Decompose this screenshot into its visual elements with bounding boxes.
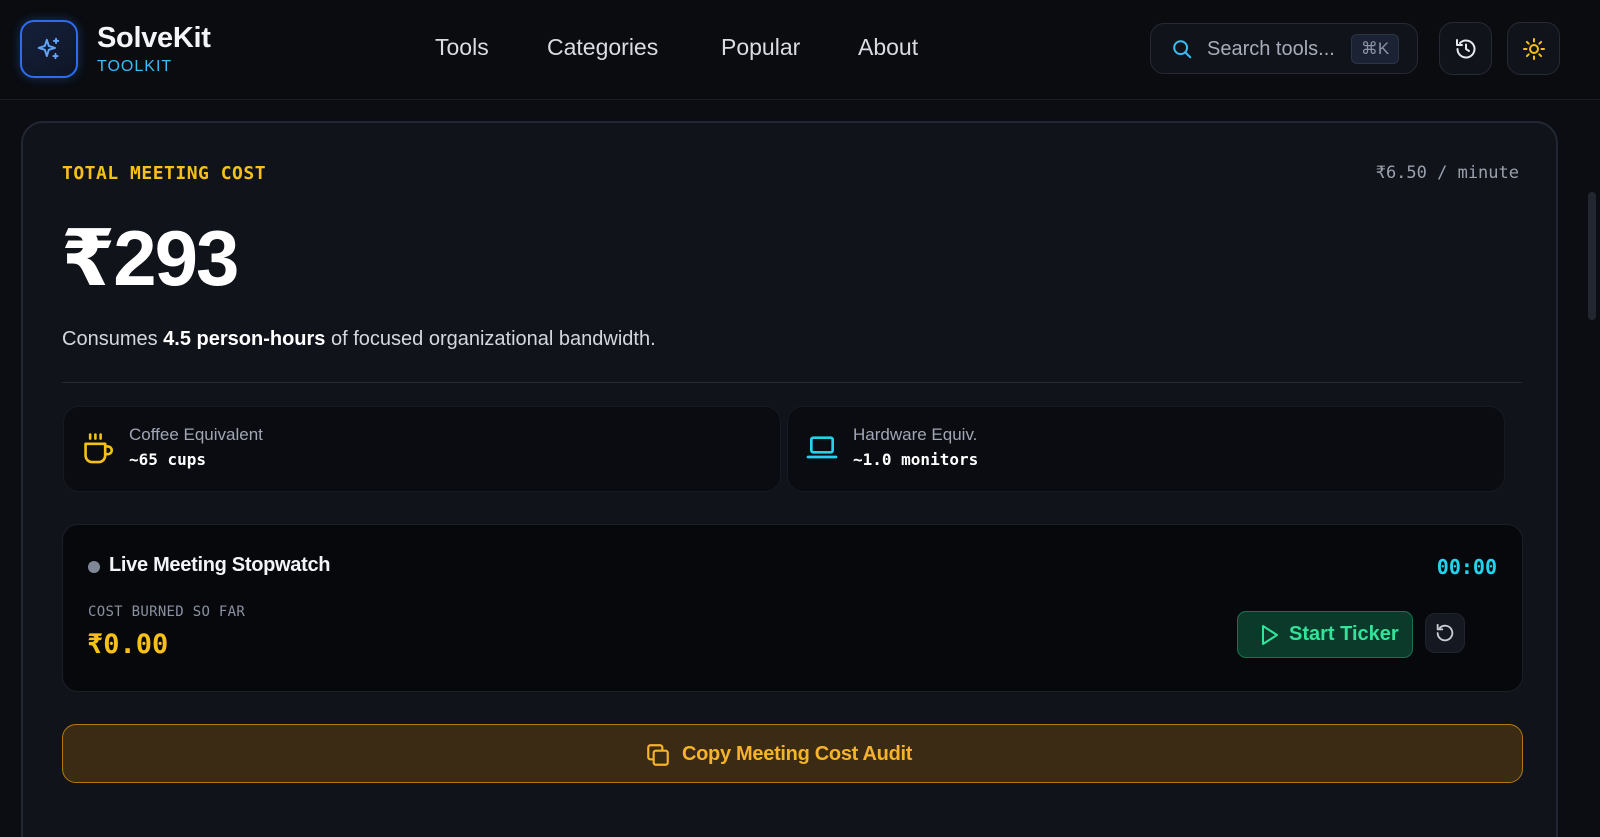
meeting-cost-card: TOTAL MEETING COST ₹6.50 / minute ₹293 C… bbox=[21, 121, 1558, 837]
play-icon bbox=[1262, 625, 1278, 645]
live-stopwatch-panel: Live Meeting Stopwatch 00:00 COST BURNED… bbox=[62, 524, 1523, 692]
laptop-icon bbox=[806, 436, 838, 459]
person-hours-summary: Consumes 4.5 person-hours of focused org… bbox=[62, 328, 656, 351]
top-navigation-bar: SolveKit TOOLKIT Tools Categories Popula… bbox=[0, 0, 1600, 100]
coffee-equivalent-title: Coffee Equivalent bbox=[129, 425, 263, 444]
scrollbar[interactable] bbox=[1588, 192, 1596, 320]
person-hours-value: 4.5 person-hours bbox=[163, 328, 326, 350]
stopwatch-title: Live Meeting Stopwatch bbox=[109, 554, 331, 576]
search-icon bbox=[1173, 40, 1192, 59]
nav-item-popular[interactable]: Popular bbox=[721, 34, 800, 61]
summary-prefix: Consumes bbox=[62, 328, 164, 350]
nav-item-tools[interactable]: Tools bbox=[435, 34, 489, 61]
hardware-equivalent-title: Hardware Equiv. bbox=[853, 425, 978, 444]
sparkle-icon bbox=[37, 37, 60, 60]
nav-item-about[interactable]: About bbox=[858, 34, 918, 61]
reset-button[interactable] bbox=[1425, 613, 1465, 653]
shortcut-badge: ⌘K bbox=[1351, 34, 1399, 64]
reset-icon bbox=[1436, 623, 1454, 642]
cost-burned-label: COST BURNED SO FAR bbox=[88, 604, 246, 620]
coffee-equivalent-card: Coffee Equivalent ~65 cups bbox=[63, 406, 781, 492]
copy-audit-button[interactable]: Copy Meeting Cost Audit bbox=[62, 724, 1523, 783]
rate-per-minute: ₹6.50 / minute bbox=[1375, 163, 1519, 183]
theme-toggle-button[interactable] bbox=[1507, 22, 1560, 75]
history-icon bbox=[1455, 38, 1475, 58]
logo-button[interactable] bbox=[20, 20, 78, 78]
copy-icon bbox=[647, 744, 669, 766]
coffee-equivalent-value: ~65 cups bbox=[129, 450, 207, 469]
hardware-equivalent-card: Hardware Equiv. ~1.0 monitors bbox=[787, 406, 1505, 492]
search-placeholder: Search tools... bbox=[1207, 38, 1335, 60]
brand-subtitle: TOOLKIT bbox=[97, 58, 173, 75]
coffee-cup-icon bbox=[84, 433, 114, 464]
status-dot bbox=[88, 561, 100, 573]
stopwatch-time: 00:00 bbox=[1436, 555, 1497, 579]
total-cost-label: TOTAL MEETING COST bbox=[62, 163, 267, 184]
divider bbox=[62, 382, 1522, 383]
start-ticker-button[interactable]: Start Ticker bbox=[1237, 611, 1413, 658]
history-button[interactable] bbox=[1439, 22, 1492, 75]
search-input[interactable]: Search tools... ⌘K bbox=[1150, 23, 1418, 74]
sun-icon bbox=[1522, 37, 1545, 60]
copy-audit-label: Copy Meeting Cost Audit bbox=[682, 743, 913, 765]
cost-burned-amount: ₹0.00 bbox=[87, 629, 169, 660]
summary-suffix: of focused organizational bandwidth. bbox=[325, 328, 656, 350]
nav-item-categories[interactable]: Categories bbox=[547, 34, 658, 61]
brand-name[interactable]: SolveKit bbox=[97, 22, 211, 55]
total-cost-amount: ₹293 bbox=[61, 214, 239, 302]
hardware-equivalent-value: ~1.0 monitors bbox=[853, 450, 979, 469]
start-ticker-label: Start Ticker bbox=[1289, 623, 1399, 645]
